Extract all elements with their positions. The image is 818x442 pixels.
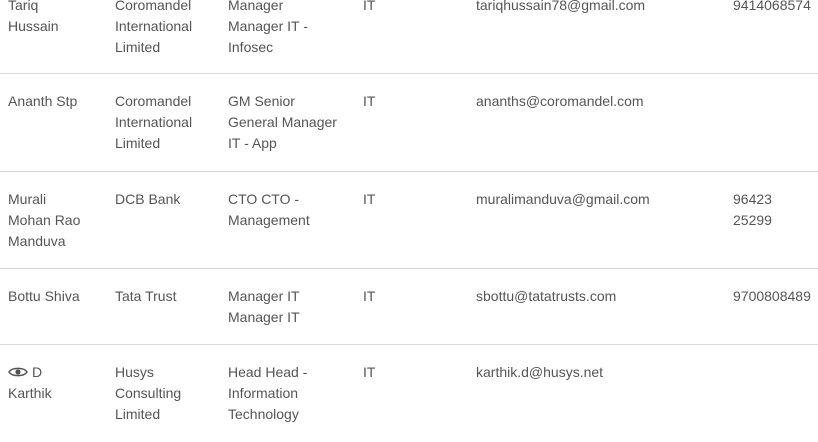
name-line: Tariq	[8, 0, 39, 13]
company-line: Husys	[115, 364, 154, 380]
department: IT	[363, 191, 376, 207]
title-line: Infosec	[228, 39, 274, 55]
name-line: Bottu Shiva	[8, 288, 80, 304]
name-line: Ananth Stp	[8, 93, 78, 109]
name-line: Mohan Rao	[8, 212, 81, 228]
name-line: Karthik	[8, 385, 52, 401]
job-title: Manager Manager IT - Infosec	[228, 0, 346, 58]
company-name: Coromandel International Limited	[115, 91, 215, 154]
phone-number: 9700808489	[733, 286, 818, 307]
eye-icon[interactable]	[8, 366, 28, 378]
company-line: Limited	[115, 39, 161, 55]
phone-line: 96423	[733, 191, 772, 207]
company-line: Limited	[115, 406, 161, 422]
company-name: Tata Trust	[115, 286, 215, 307]
title-line: Manager IT -	[228, 18, 308, 34]
title-line: Manager IT	[228, 309, 300, 325]
contact-name: Murali Mohan Rao Manduva	[8, 189, 100, 252]
email-address: ananths@coromandel.com	[476, 93, 644, 109]
company-line: International	[115, 18, 193, 34]
phone-line: 9414068574	[733, 0, 811, 13]
title-line: Head Head -	[228, 364, 308, 380]
contact-name: Tariq Hussain	[8, 0, 100, 37]
department: IT	[363, 0, 376, 13]
contact-name: D Karthik	[8, 362, 100, 404]
title-line: IT - App	[228, 135, 277, 151]
table-row: Ananth Stp Coromandel International Limi…	[0, 74, 818, 172]
company-line: Tata Trust	[115, 288, 177, 304]
name-part: D	[32, 364, 43, 380]
title-line: Management	[228, 212, 310, 228]
contacts-table: Tariq Hussain Coromandel International L…	[0, 0, 818, 442]
title-line: Technology	[228, 406, 299, 422]
company-name: Husys Consulting Limited	[115, 362, 215, 425]
contact-name: Bottu Shiva	[8, 286, 100, 307]
name-line: D	[8, 362, 100, 383]
company-line: Coromandel	[115, 0, 192, 13]
table-row: Tariq Hussain Coromandel International L…	[0, 0, 818, 74]
title-line: Information	[228, 385, 299, 401]
email-address: sbottu@tatatrusts.com	[476, 288, 617, 304]
phone-line: 25299	[733, 212, 772, 228]
table-row: D Karthik Husys Consulting Limited Head …	[0, 345, 818, 442]
title-line: GM Senior	[228, 93, 295, 109]
table-row: Murali Mohan Rao Manduva DCB Bank CTO CT…	[0, 172, 818, 269]
name-line: Murali	[8, 191, 47, 207]
company-line: DCB Bank	[115, 191, 181, 207]
job-title: Head Head - Information Technology	[228, 362, 346, 425]
title-line: General Manager	[228, 114, 337, 130]
department: IT	[363, 288, 376, 304]
company-line: Coromandel	[115, 93, 192, 109]
title-line: Manager	[228, 0, 284, 13]
company-name: Coromandel International Limited	[115, 0, 215, 58]
company-line: Consulting	[115, 385, 182, 401]
email-address: muralimanduva@gmail.com	[476, 191, 650, 207]
name-line: Manduva	[8, 233, 66, 249]
job-title: CTO CTO - Management	[228, 189, 346, 231]
title-line: Manager IT	[228, 288, 300, 304]
phone-number: 96423 25299	[733, 189, 818, 231]
job-title: Manager IT Manager IT	[228, 286, 346, 328]
company-line: International	[115, 114, 193, 130]
name-line: Hussain	[8, 18, 59, 34]
department: IT	[363, 93, 376, 109]
phone-line: 9700808489	[733, 288, 811, 304]
job-title: GM Senior General Manager IT - App	[228, 91, 346, 154]
contact-name: Ananth Stp	[8, 91, 100, 112]
title-line: CTO CTO -	[228, 191, 300, 207]
email-address: tariqhussain78@gmail.com	[476, 0, 646, 13]
phone-number: 9414068574	[733, 0, 818, 16]
company-name: DCB Bank	[115, 189, 215, 210]
table-row: Bottu Shiva Tata Trust Manager IT Manage…	[0, 269, 818, 345]
department: IT	[363, 364, 376, 380]
email-address: karthik.d@husys.net	[476, 364, 604, 380]
company-line: Limited	[115, 135, 161, 151]
